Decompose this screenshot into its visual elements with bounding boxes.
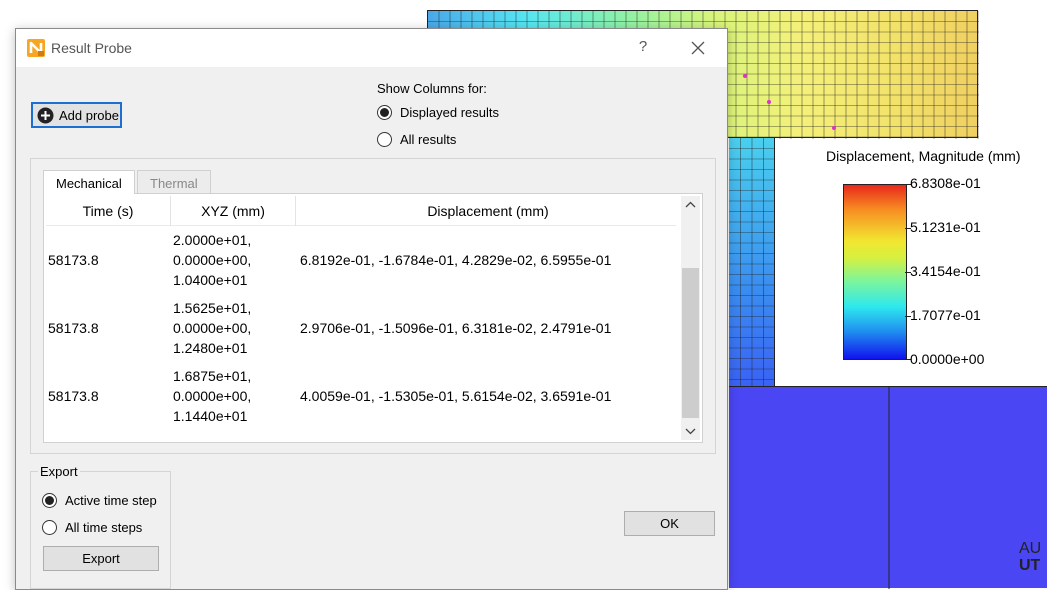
mesh-bottom-region [729,386,1047,589]
export-group-label: Export [38,464,80,479]
dialog-titlebar[interactable]: Result Probe ? [16,29,727,67]
chevron-down-icon[interactable] [681,422,700,440]
cell-displacement: 2.9706e-01, -1.5096e-01, 6.3181e-02, 2.4… [300,320,612,336]
radio-displayed-results[interactable]: Displayed results [377,105,499,120]
brand-line-2: UT [1019,557,1041,574]
legend-label: 3.4154e-01 [910,263,981,279]
ok-button[interactable]: OK [624,511,715,536]
radio-label: Active time step [65,493,157,508]
tab-thermal[interactable]: Thermal [137,170,211,194]
cell-time: 58173.8 [48,388,99,404]
radio-all-time-steps[interactable]: All time steps [42,520,142,535]
close-icon[interactable] [686,36,710,60]
xyz-x: 2.0000e+01, [173,232,252,248]
legend-label: 1.7077e-01 [910,307,981,323]
dialog-title: Result Probe [51,40,132,56]
table-row[interactable]: 58173.8 1.6875e+01, 0.0000e+00, 1.1440e+… [46,362,676,430]
legend-label-min: 0.0000e+00 [910,351,985,367]
radio-button[interactable] [377,105,392,120]
tab-content: Time (s) XYZ (mm) Displacement (mm) 5817… [43,193,703,443]
cell-time: 58173.8 [48,252,99,268]
xyz-z: 1.2480e+01 [173,340,248,356]
radio-label: All time steps [65,520,143,535]
mesh-side-region [729,138,775,386]
scrollbar-thumb[interactable] [682,268,699,418]
radio-button[interactable] [42,493,57,508]
xyz-x: 1.5625e+01, [173,300,252,316]
brand-line-1: AU [1019,540,1042,557]
tab-mechanical[interactable]: Mechanical [43,170,135,194]
legend-color-bar [843,184,907,360]
xyz-x: 1.6875e+01, [173,368,252,384]
cell-xyz: 1.6875e+01, 0.0000e+00, 1.1440e+01 [171,362,296,430]
chevron-up-icon[interactable] [681,196,700,214]
radio-label: Displayed results [400,105,499,120]
probe-marker[interactable] [743,74,747,78]
radio-label: All results [400,132,457,147]
cell-time: 58173.8 [48,320,99,336]
add-probe-label: Add probe [59,107,119,123]
table-header: Time (s) XYZ (mm) Displacement (mm) [46,196,676,226]
radio-all-results[interactable]: All results [377,132,456,147]
table-row[interactable]: 58173.8 2.0000e+01, 0.0000e+00, 1.0400e+… [46,226,676,294]
column-header-xyz[interactable]: XYZ (mm) [171,196,296,226]
table-row[interactable]: 58173.8 1.5625e+01, 0.0000e+00, 1.2480e+… [46,294,676,362]
show-columns-label: Show Columns for: [377,81,487,96]
column-header-displacement[interactable]: Displacement (mm) [296,196,676,226]
legend-label-max: 6.8308e-01 [910,175,981,191]
radio-button[interactable] [377,132,392,147]
cell-displacement: 6.8192e-01, -1.6784e-01, 4.2829e-02, 6.5… [300,252,612,268]
xyz-y: 0.0000e+00, [173,252,252,268]
cell-xyz: 2.0000e+01, 0.0000e+00, 1.0400e+01 [171,226,296,294]
export-button[interactable]: Export [43,546,159,571]
column-header-time[interactable]: Time (s) [46,196,171,226]
probe-marker[interactable] [832,126,836,130]
mesh-grid-side [729,138,775,386]
xyz-y: 0.0000e+00, [173,320,252,336]
radio-button[interactable] [42,520,57,535]
legend-label: 5.1231e-01 [910,219,981,235]
cell-displacement: 4.0059e-01, -1.5305e-01, 5.6154e-02, 3.6… [300,388,612,404]
xyz-z: 1.1440e+01 [173,408,248,424]
mesh-grid-bottom [888,387,890,589]
add-probe-button[interactable]: Add probe [31,102,122,128]
xyz-z: 1.0400e+01 [173,272,248,288]
app-logo-icon [27,39,45,57]
xyz-y: 0.0000e+00, [173,388,252,404]
table-vertical-scrollbar[interactable] [681,196,700,440]
results-tab-panel: Mechanical Thermal Time (s) XYZ (mm) Dis… [30,158,716,454]
probe-marker[interactable] [767,100,771,104]
result-probe-dialog: Result Probe ? Add probe Show Columns fo… [15,28,728,590]
brand-watermark: AU UT [1019,540,1041,574]
help-button[interactable]: ? [633,38,653,58]
legend-title: Displacement, Magnitude (mm) [826,148,1021,164]
plus-circle-icon [37,107,54,123]
radio-active-time-step[interactable]: Active time step [42,493,157,508]
probe-results-table: Time (s) XYZ (mm) Displacement (mm) 5817… [46,196,676,437]
cell-xyz: 1.5625e+01, 0.0000e+00, 1.2480e+01 [171,294,296,362]
